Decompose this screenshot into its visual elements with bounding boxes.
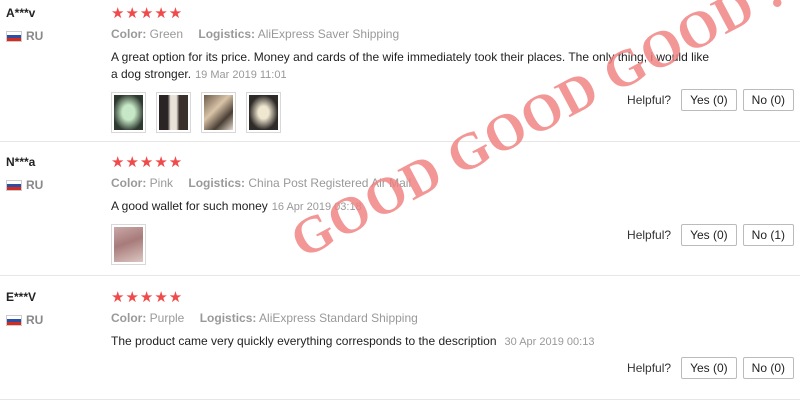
color-value: Purple: [149, 311, 185, 325]
review-content: The product came very quickly everything…: [111, 334, 497, 348]
russia-flag-icon: [6, 314, 22, 326]
star-rating: ★★★★★: [111, 5, 184, 22]
country-code: RU: [26, 29, 44, 43]
review-body: ★★★★★ Color: Green Logistics: AliExpress…: [111, 5, 709, 133]
logistics-value: AliExpress Saver Shipping: [257, 27, 400, 41]
review-photo[interactable]: [111, 224, 146, 265]
review-content: A good wallet for such money: [111, 199, 268, 213]
review-meta: Color: Purple Logistics: AliExpress Stan…: [111, 311, 671, 325]
review-body: ★★★★★ Color: Pink Logistics: China Post …: [111, 155, 671, 265]
star-rating: ★★★★★: [111, 289, 184, 306]
helpful-yes-button[interactable]: Yes (0): [681, 89, 737, 111]
reviewer-country: RU: [6, 178, 43, 192]
helpful-label: Helpful?: [627, 228, 672, 242]
reviewer-name: N***a: [6, 155, 36, 169]
reviewer-info: A***v RU: [6, 6, 43, 43]
review-text: A good wallet for such money 16 Apr 2019 …: [111, 198, 711, 216]
reviewer-country: RU: [6, 29, 43, 43]
reviewer-country: RU: [6, 313, 43, 327]
review-item: E***V RU ★★★★★ Color: Purple Logistics: …: [0, 284, 800, 400]
helpful-label: Helpful?: [627, 93, 672, 107]
helpful-no-button[interactable]: No (0): [742, 89, 794, 111]
country-code: RU: [26, 313, 44, 327]
reviewer-info: N***a RU: [6, 155, 43, 192]
review-photo[interactable]: [246, 92, 281, 133]
country-code: RU: [26, 178, 44, 192]
star-rating: ★★★★★: [111, 154, 184, 171]
color-value: Green: [149, 27, 184, 41]
review-meta: Color: Green Logistics: AliExpress Saver…: [111, 27, 671, 41]
color-label: Color:: [111, 311, 147, 325]
review-meta: Color: Pink Logistics: China Post Regist…: [111, 176, 671, 190]
reviewer-name: A***v: [6, 6, 36, 20]
review-photo[interactable]: [111, 92, 146, 133]
review-text: A great option for its price. Money and …: [111, 49, 711, 84]
review-date: 30 Apr 2019 00:13: [504, 336, 595, 348]
review-item: N***a RU ★★★★★ Color: Pink Logistics: Ch…: [0, 149, 800, 276]
review-photo[interactable]: [156, 92, 191, 133]
review-text: The product came very quickly everything…: [111, 333, 711, 351]
review-body: ★★★★★ Color: Purple Logistics: AliExpres…: [111, 290, 671, 351]
review-date: 19 Mar 2019 11:01: [195, 69, 287, 81]
helpful-controls: Helpful? Yes (0) No (1): [627, 224, 794, 246]
color-label: Color:: [111, 176, 147, 190]
helpful-yes-button[interactable]: Yes (0): [681, 224, 737, 246]
helpful-no-button[interactable]: No (0): [742, 357, 794, 379]
helpful-label: Helpful?: [627, 361, 672, 375]
review-photo[interactable]: [201, 92, 236, 133]
review-item: A***v RU ★★★★★ Color: Green Logistics: A…: [0, 0, 800, 142]
russia-flag-icon: [6, 30, 22, 42]
helpful-controls: Helpful? Yes (0) No (0): [627, 89, 794, 111]
color-label: Color:: [111, 27, 147, 41]
logistics-label: Logistics:: [188, 176, 246, 190]
helpful-controls: Helpful? Yes (0) No (0): [627, 357, 794, 379]
logistics-value: AliExpress Standard Shipping: [259, 311, 418, 325]
helpful-yes-button[interactable]: Yes (0): [681, 357, 737, 379]
review-photos: [111, 224, 671, 265]
logistics-value: China Post Registered Air Mail: [248, 176, 412, 190]
helpful-no-button[interactable]: No (1): [742, 224, 794, 246]
russia-flag-icon: [6, 179, 22, 191]
logistics-label: Logistics:: [199, 311, 257, 325]
color-value: Pink: [149, 176, 174, 190]
review-photos: [111, 92, 671, 133]
review-date: 16 Apr 2019 03:18: [271, 201, 362, 213]
reviewer-info: E***V RU: [6, 290, 43, 327]
reviewer-name: E***V: [6, 290, 37, 304]
logistics-label: Logistics:: [198, 27, 256, 41]
